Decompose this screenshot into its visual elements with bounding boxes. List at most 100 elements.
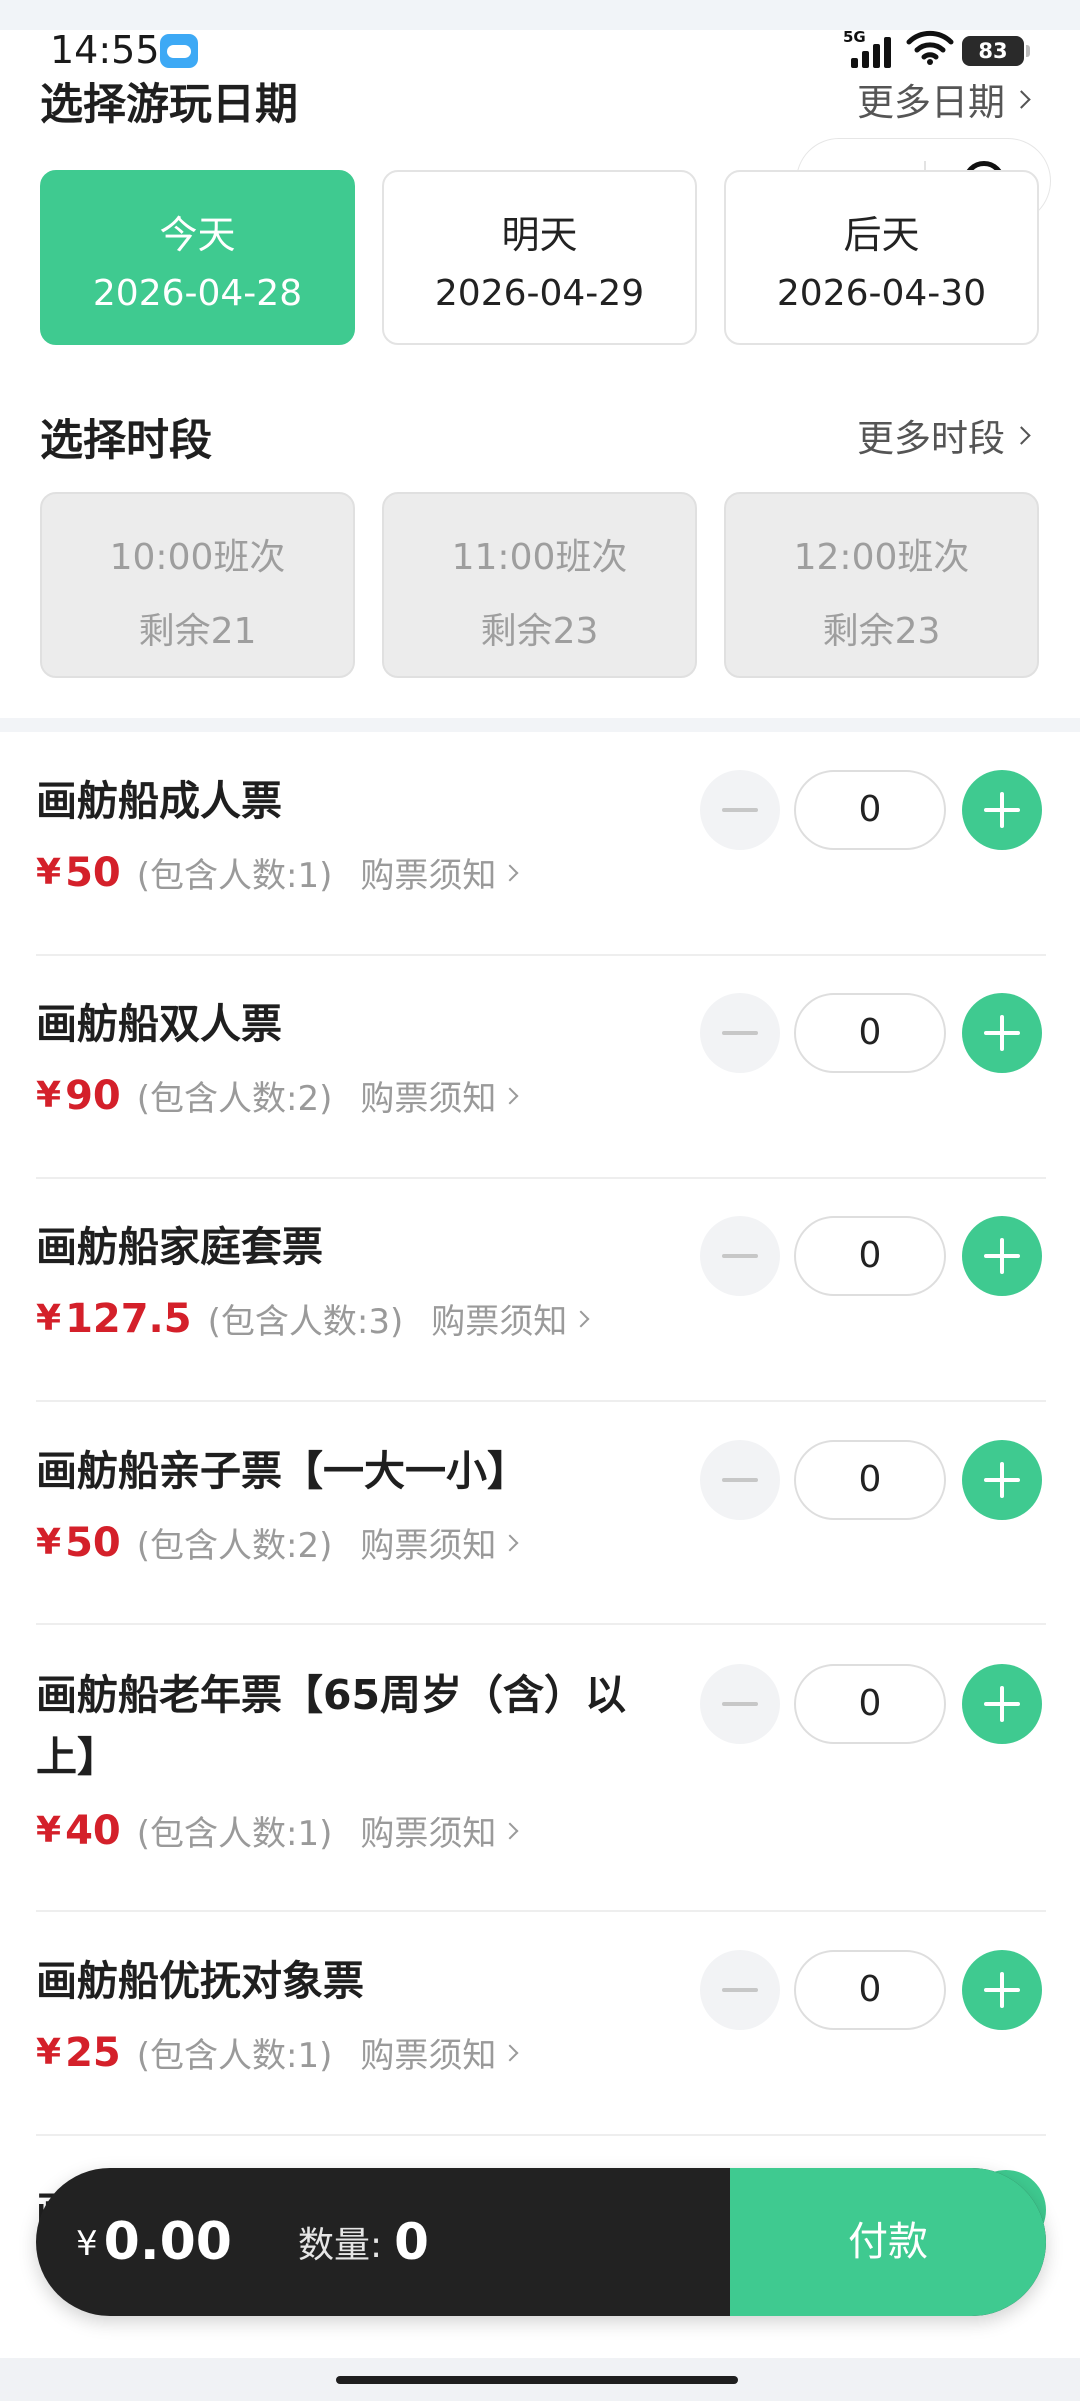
chevron-right-icon (1012, 425, 1031, 445)
quantity-stepper: 0 (700, 1950, 1046, 2032)
date-value: 2026-04-30 (776, 273, 987, 314)
purchase-notice-link[interactable]: 购票须知 (360, 848, 519, 897)
date-label: 明天 (501, 213, 578, 257)
chevron-right-icon (572, 1310, 590, 1327)
wifi-icon (906, 30, 954, 65)
quantity-value[interactable]: 0 (794, 1664, 946, 1744)
home-indicator[interactable] (336, 2376, 738, 2384)
purchase-notice-label: 购票须知 (360, 1526, 497, 1566)
more-dates-link[interactable]: 更多日期 (857, 72, 1031, 126)
ticket-info: ¥ 50 (包含人数:2) 购票须知 (36, 1518, 519, 1567)
slot-remaining: 剩余21 (138, 611, 257, 652)
purchase-notice-link[interactable]: 购票须知 (360, 1071, 519, 1120)
slot-remaining: 剩余23 (822, 611, 941, 652)
row-divider (36, 1177, 1046, 1179)
ticket-price: 50 (65, 849, 121, 896)
ticket-name: 画舫船双人票 (36, 1000, 282, 1048)
order-quantity: 数量: 0 (298, 2168, 429, 2316)
slot-time: 11:00班次 (451, 537, 628, 578)
chevron-right-icon (501, 2044, 519, 2061)
purchase-notice-label: 购票须知 (360, 1814, 497, 1854)
more-dates-label: 更多日期 (857, 81, 1005, 124)
decrease-button[interactable] (700, 993, 780, 1073)
ticket-info: ¥ 50 (包含人数:1) 购票须知 (36, 848, 519, 897)
date-option-tomorrow[interactable]: 明天 2026-04-29 (382, 170, 697, 345)
increase-button[interactable] (962, 1950, 1042, 2030)
currency-symbol: ¥ (36, 1810, 62, 1851)
quantity-value[interactable]: 0 (794, 993, 946, 1073)
increase-button[interactable] (962, 1440, 1042, 1520)
purchase-notice-link[interactable]: 购票须知 (360, 1518, 519, 1567)
more-slots-link[interactable]: 更多时段 (857, 408, 1031, 462)
ticket-info: ¥ 90 (包含人数:2) 购票须知 (36, 1071, 519, 1120)
purchase-notice-link[interactable]: 购票须知 (360, 2028, 519, 2077)
quantity-stepper: 0 (700, 1440, 1046, 1522)
quantity-total: 0 (394, 2213, 429, 2271)
increase-button[interactable] (962, 770, 1042, 850)
purchase-notice-label: 购票须知 (431, 1302, 568, 1342)
cellular-signal-icon: 5G (843, 28, 897, 68)
currency-symbol: ¥ (36, 1075, 62, 1116)
ticket-row: 画舫船双人票 ¥ 90 (包含人数:2) 购票须知 0 (36, 993, 1046, 1173)
increase-button[interactable] (962, 1216, 1042, 1296)
ticket-row: 画舫船家庭套票 ¥ 127.5 (包含人数:3) 购票须知 0 (36, 1216, 1046, 1396)
decrease-button[interactable] (700, 1440, 780, 1520)
ticket-people-count: (包含人数:1) (136, 1814, 333, 1854)
quantity-value[interactable]: 0 (794, 1216, 946, 1296)
ticket-booking-page: 14:55 5G 83 选择游玩日期 更多日期 今天 2026-04-28 明天… (0, 0, 1080, 2401)
chevron-right-icon (501, 1087, 519, 1104)
section-separator (0, 718, 1080, 732)
more-slots-label: 更多时段 (857, 417, 1005, 460)
ticket-info: ¥ 127.5 (包含人数:3) 购票须知 (36, 1294, 590, 1343)
chevron-right-icon (501, 1822, 519, 1839)
date-section-title: 选择游玩日期 (40, 80, 298, 130)
decrease-button[interactable] (700, 1216, 780, 1296)
decrease-button[interactable] (700, 1950, 780, 2030)
row-divider (36, 954, 1046, 956)
slot-option[interactable]: 10:00班次 剩余21 (40, 492, 355, 678)
slot-remaining: 剩余23 (480, 611, 599, 652)
pay-button[interactable]: 付款 (730, 2168, 1046, 2316)
date-option-day-after[interactable]: 后天 2026-04-30 (724, 170, 1039, 345)
quantity-value[interactable]: 0 (794, 1440, 946, 1520)
chevron-right-icon (501, 1534, 519, 1551)
quantity-value[interactable]: 0 (794, 770, 946, 850)
ticket-name: 画舫船成人票 (36, 777, 282, 825)
quantity-value[interactable]: 0 (794, 1950, 946, 2030)
ticket-row: 画舫船亲子票【一大一小】 ¥ 50 (包含人数:2) 购票须知 0 (36, 1440, 1046, 1620)
checkout-bar: ¥ 0.00 数量: 0 付款 (36, 2168, 1046, 2316)
cloud-icon (160, 34, 198, 68)
row-divider (36, 2134, 1046, 2136)
quantity-stepper: 0 (700, 993, 1046, 1075)
slot-section-title: 选择时段 (40, 416, 212, 466)
currency-symbol: ¥ (36, 1298, 62, 1339)
purchase-notice-label: 购票须知 (360, 856, 497, 896)
slot-option[interactable]: 11:00班次 剩余23 (382, 492, 697, 678)
increase-button[interactable] (962, 1664, 1042, 1744)
top-strip (0, 0, 1080, 36)
order-total: ¥ 0.00 (76, 2168, 232, 2316)
quantity-stepper: 0 (700, 1216, 1046, 1298)
decrease-button[interactable] (700, 1664, 780, 1744)
date-value: 2026-04-29 (434, 273, 645, 314)
increase-button[interactable] (962, 993, 1042, 1073)
slot-option[interactable]: 12:00班次 剩余23 (724, 492, 1039, 678)
chevron-right-icon (501, 864, 519, 881)
currency-symbol: ¥ (36, 852, 62, 893)
slot-time: 10:00班次 (109, 537, 286, 578)
ticket-name: 画舫船老年票【65周岁（含）以上】 (36, 1671, 627, 1781)
battery-icon: 83 (962, 36, 1030, 66)
ticket-price: 25 (65, 2029, 121, 2076)
date-option-today[interactable]: 今天 2026-04-28 (40, 170, 355, 345)
ticket-people-count: (包含人数:1) (136, 856, 333, 896)
row-divider (36, 1400, 1046, 1402)
purchase-notice-label: 购票须知 (360, 1079, 497, 1119)
slot-time: 12:00班次 (793, 537, 970, 578)
ticket-people-count: (包含人数:1) (136, 2036, 333, 2076)
purchase-notice-link[interactable]: 购票须知 (431, 1294, 590, 1343)
purchase-notice-link[interactable]: 购票须知 (360, 1806, 519, 1855)
ticket-price: 40 (65, 1807, 121, 1854)
quantity-stepper: 0 (700, 770, 1046, 852)
ticket-info: ¥ 40 (包含人数:1) 购票须知 (36, 1806, 519, 1855)
decrease-button[interactable] (700, 770, 780, 850)
